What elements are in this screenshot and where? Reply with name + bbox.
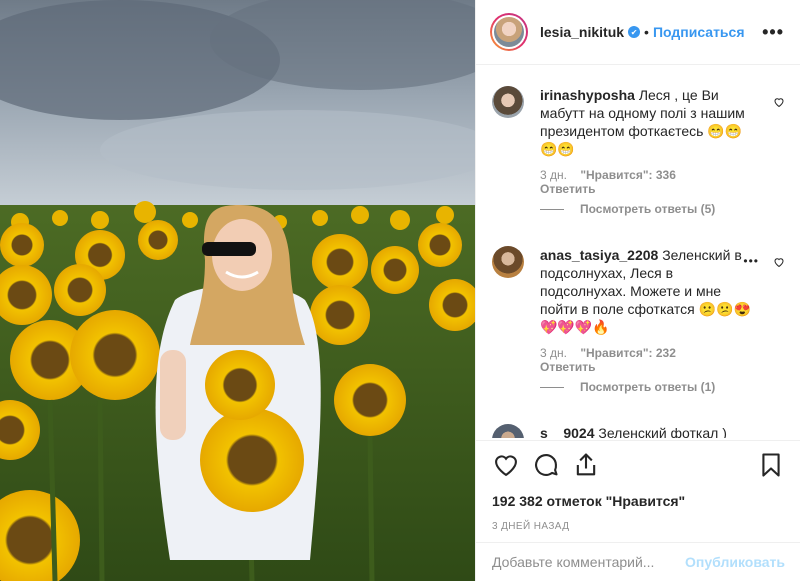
comment-text-block: s__9024 Зеленский фоткал ): [540, 424, 754, 438]
replies-divider-line: [540, 386, 564, 388]
bookmark-icon[interactable]: [757, 451, 785, 479]
comment-time[interactable]: 3 дн.: [540, 346, 567, 360]
comment-reply-button[interactable]: Ответить: [540, 182, 785, 196]
post-timestamp[interactable]: 3 ДНЕЙ НАЗАД: [492, 521, 785, 532]
comment-icon[interactable]: [532, 451, 560, 479]
post-modal: lesia_nikituk ✔ • Подписаться ••• irinas…: [0, 0, 800, 581]
publish-button[interactable]: Опубликовать: [685, 554, 785, 570]
comment-avatar[interactable]: [492, 424, 524, 438]
share-icon[interactable]: [572, 451, 600, 479]
post-likes-count[interactable]: 192 382 отметок "Нравится": [492, 493, 785, 509]
comment-reply-button[interactable]: Ответить: [540, 360, 785, 374]
comment-item: s__9024 Зеленский фоткал ): [492, 424, 785, 438]
add-comment-bar: Опубликовать: [476, 542, 800, 581]
comment-username[interactable]: anas_tasiya_2208: [540, 247, 658, 263]
comment-meta: 3 дн. "Нравится": 232 Ответить: [540, 346, 785, 374]
comment-text-block: irinashyposha Леся , це Ви мабутт на одн…: [540, 86, 754, 158]
post-photo[interactable]: [0, 0, 475, 581]
comment-likes[interactable]: "Нравится": 232: [580, 346, 676, 360]
comment-avatar[interactable]: [492, 86, 524, 118]
follow-button[interactable]: Подписаться: [653, 24, 745, 40]
view-replies-label: Посмотреть ответы (1): [580, 380, 716, 394]
comment-meta: 3 дн. "Нравится": 336 Ответить: [540, 168, 785, 196]
author-username[interactable]: lesia_nikituk: [540, 24, 624, 40]
more-options-icon[interactable]: •••: [762, 22, 784, 43]
sunflower-field-image: [0, 0, 475, 581]
comment-text-block: anas_tasiya_2208 Зеленский в подсолнухах…: [540, 246, 754, 336]
action-icons-row: [492, 451, 785, 479]
comment-input[interactable]: [492, 554, 686, 570]
view-replies-button[interactable]: Посмотреть ответы (5): [540, 202, 785, 216]
comment-options-icon[interactable]: •••: [743, 254, 759, 268]
view-replies-button[interactable]: Посмотреть ответы (1): [540, 380, 785, 394]
comment-username[interactable]: irinashyposha: [540, 87, 635, 103]
post-side-panel: lesia_nikituk ✔ • Подписаться ••• irinas…: [475, 0, 800, 581]
post-actions: 192 382 отметок "Нравится" 3 ДНЕЙ НАЗАД: [476, 440, 800, 532]
comment-like-heart-icon[interactable]: [773, 256, 785, 268]
post-header: lesia_nikituk ✔ • Подписаться •••: [476, 0, 800, 65]
comment-like-heart-icon[interactable]: [773, 96, 785, 108]
comment-item: irinashyposha Леся , це Ви мабутт на одн…: [492, 86, 785, 216]
replies-divider-line: [540, 208, 564, 210]
comment-time[interactable]: 3 дн.: [540, 168, 567, 182]
comment-text: Зеленский фоткал ): [598, 425, 727, 438]
comment-likes[interactable]: "Нравится": 336: [580, 168, 676, 182]
author-avatar[interactable]: [490, 13, 528, 51]
view-replies-label: Посмотреть ответы (5): [580, 202, 716, 216]
comment-avatar[interactable]: [492, 246, 524, 278]
comment-username[interactable]: s__9024: [540, 425, 595, 438]
header-separator: •: [644, 24, 649, 40]
verified-badge-icon: ✔: [628, 26, 641, 38]
comment-item: anas_tasiya_2208 Зеленский в подсолнухах…: [492, 246, 785, 394]
heart-icon[interactable]: [492, 451, 520, 479]
comments-list[interactable]: irinashyposha Леся , це Ви мабутт на одн…: [476, 66, 800, 438]
